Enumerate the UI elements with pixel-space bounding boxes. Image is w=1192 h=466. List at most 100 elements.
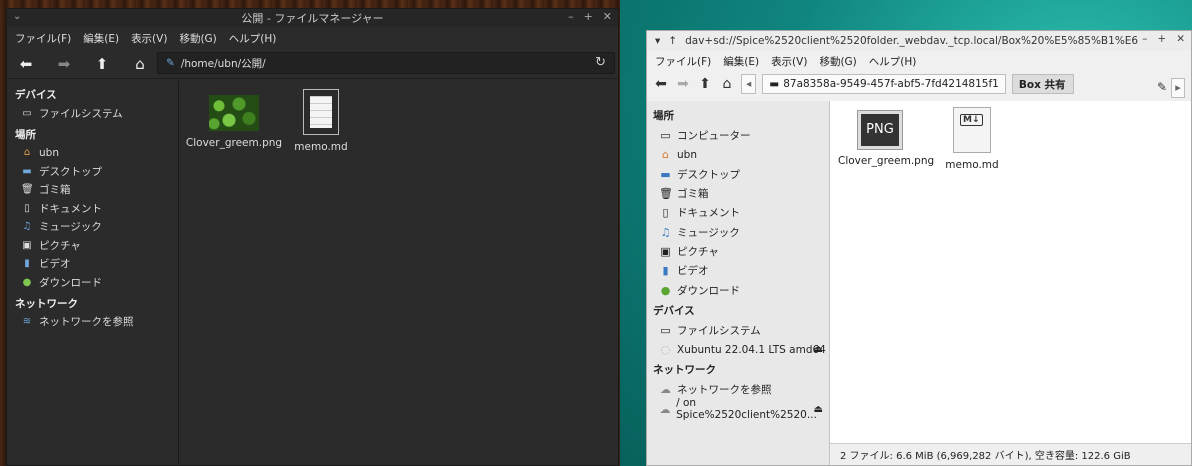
- sidebar-item-downloads[interactable]: ● ダウンロード: [647, 280, 829, 299]
- file-item-memo[interactable]: memo.md: [291, 89, 351, 153]
- crumb-next-button[interactable]: ▸: [1171, 78, 1185, 98]
- menu-edit[interactable]: 編集(E): [83, 31, 119, 46]
- sidebar-item-documents[interactable]: ▯ ドキュメント: [647, 203, 829, 222]
- image-thumbnail: [209, 95, 259, 131]
- file-manager-window-dark: ⌄ 公開 - ファイルマネージャー – + ✕ ファイル(F) 編集(E) 表示…: [6, 8, 619, 466]
- png-file-icon: PNG: [857, 110, 903, 150]
- menu-edit[interactable]: 編集(E): [723, 54, 759, 69]
- window-menu-icon[interactable]: ▾: [655, 35, 660, 47]
- eject-icon[interactable]: ⏏: [814, 344, 823, 355]
- reload-icon[interactable]: ↻: [595, 55, 606, 70]
- desktop-icon: ▬: [660, 167, 671, 181]
- sidebar-item-browse-network[interactable]: ≋ ネットワークを参照: [7, 313, 178, 332]
- forward-arrow-icon[interactable]: ➡: [675, 76, 691, 92]
- back-arrow-icon[interactable]: ⬅: [17, 55, 35, 73]
- file-label: Clover_greem.png: [838, 155, 935, 167]
- sidebar-item-spice-share[interactable]: ☁ / on Spice%2520client%2520... ⏏: [647, 397, 829, 421]
- sidebar-item-desktop[interactable]: ▬ デスクトップ: [647, 165, 829, 184]
- section-devices: デバイス: [15, 89, 57, 101]
- sidebar-item-computer[interactable]: ▭ コンピューター: [647, 126, 829, 145]
- disc-icon: ◌: [660, 343, 671, 357]
- back-arrow-icon[interactable]: ⬅: [653, 76, 669, 92]
- menu-go[interactable]: 移動(G): [819, 54, 856, 69]
- sidebar-item-filesystem[interactable]: ▭ ファイルシステム: [7, 104, 178, 123]
- window-title: 公開 - ファイルマネージャー: [241, 12, 384, 25]
- sidebar-item-trash[interactable]: 🗑 ゴミ箱: [7, 181, 178, 200]
- eject-icon[interactable]: ⏏: [814, 404, 823, 415]
- file-item-clover[interactable]: PNG Clover_greem.png: [838, 110, 934, 167]
- close-icon[interactable]: ✕: [603, 10, 612, 23]
- menu-help[interactable]: ヘルプ(H): [869, 54, 917, 69]
- markdown-file-icon: M↓: [953, 107, 991, 153]
- toolbar: ⬅ ➡ ⬆ ⌂ ◂ ▬ 87a8358a-9549-457f-abf5-7fd4…: [647, 71, 1191, 97]
- maximize-icon[interactable]: +: [584, 10, 593, 23]
- window-menu-icon[interactable]: ⌄: [13, 11, 21, 22]
- section-network: ネットワーク: [15, 297, 78, 310]
- sidebar-item-downloads[interactable]: ● ダウンロード: [7, 273, 178, 292]
- maximize-icon[interactable]: +: [1157, 33, 1166, 45]
- folder-icon: ▬: [769, 78, 780, 90]
- sidebar: デバイス ▭ ファイルシステム 場所 ⌂ ubn ▬ デスクトップ 🗑 ゴミ箱 …: [7, 81, 179, 465]
- home-icon[interactable]: ⌂: [719, 76, 735, 92]
- sidebar-item-desktop[interactable]: ▬ デスクトップ: [7, 162, 178, 181]
- drive-icon: ▭: [660, 323, 671, 337]
- document-icon: ▯: [662, 206, 669, 220]
- pin-icon[interactable]: ↑: [668, 35, 677, 47]
- section-places: 場所: [15, 128, 36, 141]
- section-devices: デバイス: [653, 304, 695, 317]
- sidebar-item-home[interactable]: ⌂ ubn: [7, 144, 178, 163]
- sidebar-item-pictures[interactable]: ▣ ピクチャ: [7, 236, 178, 255]
- edit-location-icon[interactable]: ✎: [1157, 80, 1167, 94]
- minimize-icon[interactable]: –: [1142, 33, 1147, 45]
- video-icon: ▮: [24, 258, 30, 270]
- sidebar-item-pictures[interactable]: ▣ ピクチャ: [647, 242, 829, 261]
- file-item-memo[interactable]: M↓ memo.md: [942, 107, 1002, 171]
- sidebar-item-videos[interactable]: ▮ ビデオ: [7, 255, 178, 274]
- window-title: dav+sd://Spice%2520client%2520folder._we…: [685, 35, 1186, 47]
- close-icon[interactable]: ✕: [1176, 33, 1185, 45]
- menu-file[interactable]: ファイル(F): [15, 31, 71, 46]
- section-network: ネットワーク: [653, 364, 716, 377]
- location-bar[interactable]: ✎ /home/ubn/公開/ ↻: [157, 52, 615, 74]
- document-icon: ▯: [24, 202, 30, 214]
- minimize-icon[interactable]: –: [568, 10, 574, 23]
- crumb-current[interactable]: Box 共有: [1011, 74, 1074, 94]
- cloud-icon: ☁: [659, 402, 671, 416]
- music-icon: ♫: [660, 225, 671, 239]
- menu-go[interactable]: 移動(G): [179, 31, 216, 46]
- sidebar-item-trash[interactable]: 🗑 ゴミ箱: [647, 184, 829, 203]
- file-item-clover[interactable]: Clover_greem.png: [185, 95, 283, 149]
- menu-file[interactable]: ファイル(F): [655, 54, 711, 69]
- sidebar-item-documents[interactable]: ▯ ドキュメント: [7, 199, 178, 218]
- menu-view[interactable]: 表示(V): [131, 31, 167, 46]
- file-view: PNG Clover_greem.png M↓ memo.md: [830, 101, 1191, 465]
- picture-icon: ▣: [22, 239, 32, 251]
- trash-icon: 🗑: [21, 184, 34, 196]
- title-bar: ▾ ↑ dav+sd://Spice%2520client%2520folder…: [647, 31, 1191, 51]
- forward-arrow-icon[interactable]: ➡: [55, 55, 73, 73]
- sidebar-item-filesystem[interactable]: ▭ ファイルシステム: [647, 321, 829, 340]
- sidebar: 場所 ▭ コンピューター ⌂ ubn ▬ デスクトップ 🗑 ゴミ箱 ▯ ドキュメ…: [647, 101, 830, 465]
- home-icon[interactable]: ⌂: [131, 55, 149, 73]
- music-icon: ♫: [22, 221, 32, 233]
- section-places: 場所: [653, 110, 674, 122]
- sidebar-item-music[interactable]: ♫ ミュージック: [647, 222, 829, 241]
- menu-view[interactable]: 表示(V): [771, 54, 807, 69]
- home-folder-icon: ⌂: [23, 147, 31, 159]
- crumb-prev-button[interactable]: ◂: [741, 74, 757, 94]
- sidebar-item-music[interactable]: ♫ ミュージック: [7, 218, 178, 237]
- computer-icon: ▭: [660, 129, 671, 143]
- crumb-parent[interactable]: ▬ 87a8358a-9549-457f-abf5-7fd4214815f1: [762, 74, 1006, 94]
- file-manager-window-light: ▾ ↑ dav+sd://Spice%2520client%2520folder…: [646, 30, 1192, 466]
- up-arrow-icon[interactable]: ⬆: [93, 55, 111, 73]
- sidebar-item-videos[interactable]: ▮ ビデオ: [647, 261, 829, 280]
- sidebar-item-home[interactable]: ⌂ ubn: [647, 145, 829, 164]
- menu-help[interactable]: ヘルプ(H): [229, 31, 277, 46]
- drive-icon: ▭: [22, 107, 32, 119]
- path-text: /home/ubn/公開/: [180, 57, 266, 70]
- file-view: Clover_greem.png memo.md: [179, 81, 618, 465]
- sidebar-item-xubuntu-disc[interactable]: ◌ Xubuntu 22.04.1 LTS amd64 ⏏: [647, 340, 829, 359]
- up-arrow-icon[interactable]: ⬆: [697, 76, 713, 92]
- status-bar: 2 ファイル: 6.6 MiB (6,969,282 バイト), 空き容量: 1…: [830, 443, 1191, 465]
- home-folder-icon: ⌂: [662, 148, 669, 162]
